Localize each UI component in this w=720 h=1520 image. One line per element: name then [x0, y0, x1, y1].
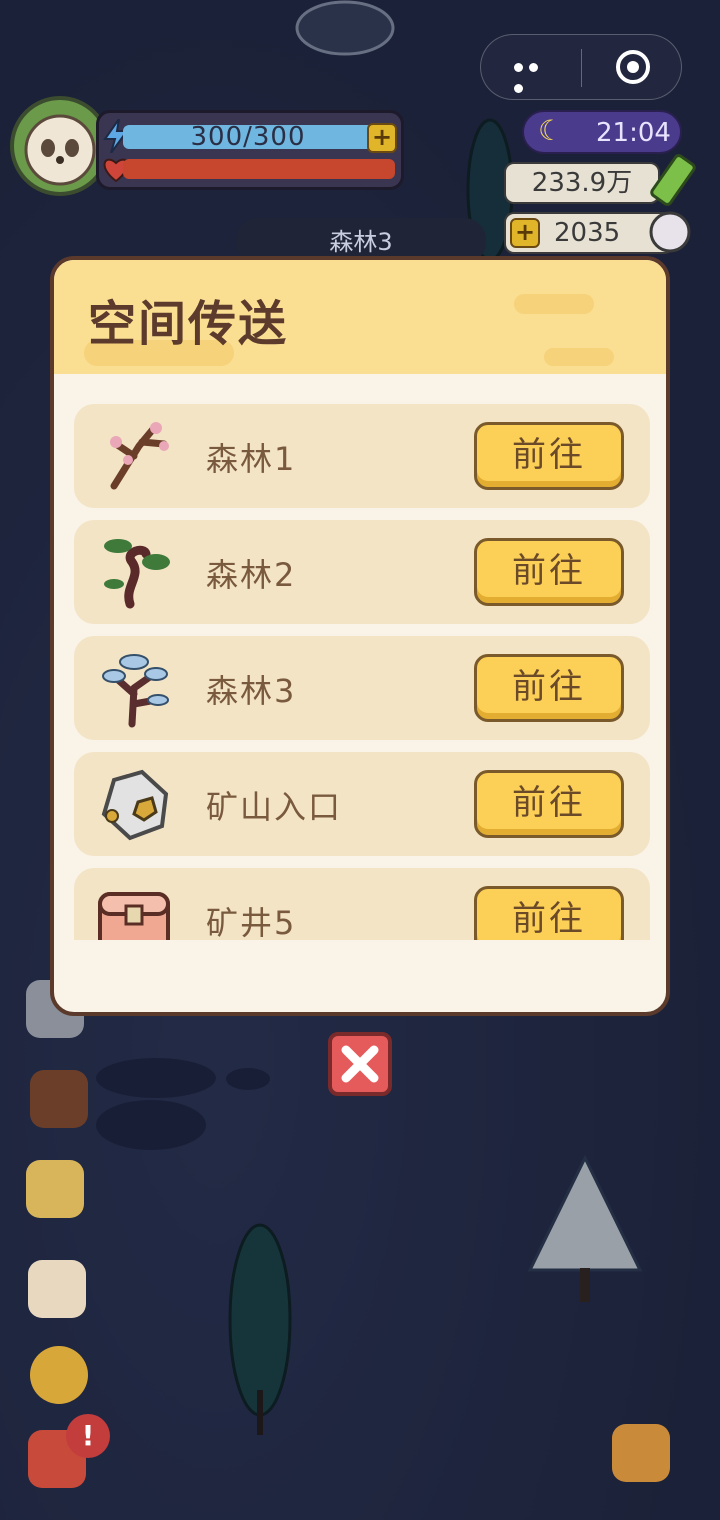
location-name: 森林3 [329, 228, 393, 256]
destination-name: 矿山入口 [206, 788, 343, 826]
destination-row: 森林2 前往 [74, 520, 650, 624]
recipe-book-icon[interactable] [30, 1070, 88, 1128]
destination-name: 矿井5 [206, 904, 297, 940]
treasure-chest-icon [98, 892, 170, 940]
mini-program-capsule [480, 34, 682, 100]
status-bars: 300/300 + [96, 110, 404, 190]
pearl-value: 2035 [554, 218, 621, 248]
destination-list[interactable]: 森林1 前往 森林2 前往 森林3 前往 矿山入口 前往 矿井5 前往 [74, 404, 650, 940]
add-energy-button[interactable]: + [367, 123, 397, 153]
clothing-icon[interactable] [28, 1260, 86, 1318]
destination-name: 森林3 [206, 672, 297, 710]
destination-row: 矿井5 前往 [74, 868, 650, 940]
bonsai-tree-icon [104, 539, 170, 609]
go-button[interactable]: 前往 [474, 654, 624, 722]
energy-value: 300/300 [190, 122, 306, 152]
go-button[interactable]: 前往 [474, 886, 624, 940]
destination-name: 森林2 [206, 556, 297, 594]
more-menu-button[interactable] [511, 59, 551, 93]
tag-icon[interactable] [26, 1160, 84, 1218]
pearl-icon [649, 211, 691, 253]
close-dialog-button[interactable] [328, 1032, 392, 1096]
player-avatar[interactable] [10, 96, 110, 196]
game-time: 21:04 [596, 118, 671, 148]
bamboo-icon [650, 154, 696, 206]
blossom-branch-icon [110, 422, 169, 490]
destination-row: 森林3 前往 [74, 636, 650, 740]
dialog-title: 空间传送 [88, 296, 289, 352]
magnifier-icon[interactable] [30, 1346, 88, 1404]
health-bar [123, 159, 395, 179]
destination-row: 矿山入口 前往 [74, 752, 650, 856]
teleport-dialog: 空间传送 森林1 前往 森林2 前往 森林3 前往 矿山入口 前往 矿井5 前往 [50, 256, 670, 1016]
capsule-divider [581, 49, 582, 87]
destination-name: 森林1 [206, 440, 297, 478]
mushroom-tree-icon [102, 654, 169, 728]
go-button[interactable]: 前往 [474, 538, 624, 606]
house-icon[interactable] [612, 1424, 670, 1482]
header-decor [514, 294, 594, 314]
moon-icon: ☾ [538, 114, 564, 147]
ore-rock-icon [101, 769, 169, 841]
alert-badge: ! [66, 1414, 110, 1458]
add-pearl-button[interactable]: + [510, 218, 540, 248]
game-time-pill: ☾ 21:04 [522, 110, 682, 154]
energy-bar: 300/300 [123, 122, 373, 152]
money-counter: 233.9万 [504, 162, 660, 204]
panda-avatar-icon [24, 114, 96, 186]
header-decor [544, 348, 614, 366]
close-miniprogram-icon[interactable] [615, 49, 651, 85]
dialog-header: 空间传送 [54, 260, 666, 374]
destination-row: 森林1 前往 [74, 404, 650, 508]
money-value: 233.9万 [531, 168, 633, 198]
go-button[interactable]: 前往 [474, 422, 624, 490]
go-button[interactable]: 前往 [474, 770, 624, 838]
close-icon [341, 1045, 379, 1083]
